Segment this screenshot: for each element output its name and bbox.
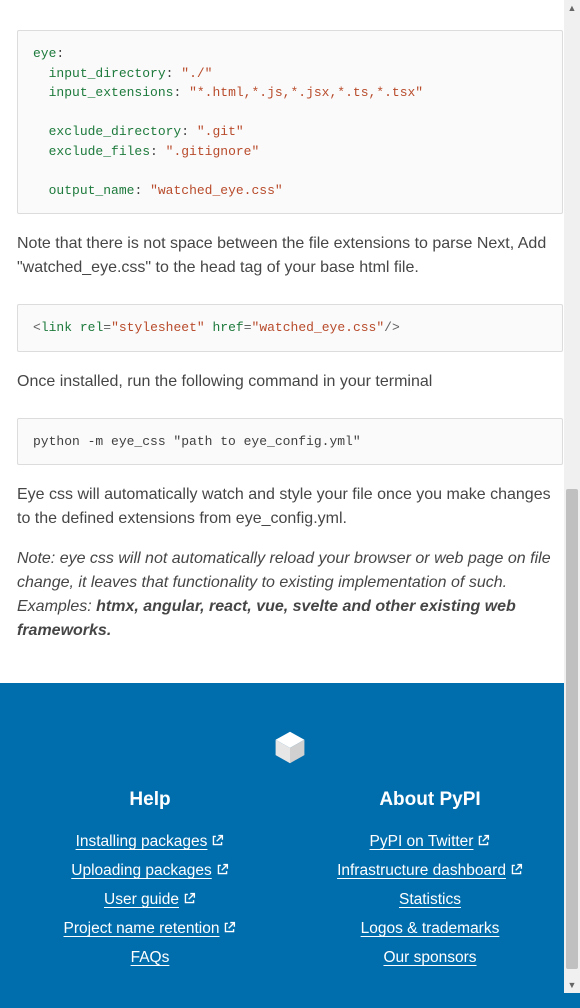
footer-col-about: About PyPI PyPI on Twitter Infrastructure…	[300, 789, 560, 978]
external-link-icon	[183, 892, 196, 905]
yaml-colon: :	[134, 183, 142, 198]
yaml-colon: :	[150, 144, 158, 159]
footer-col-help: Help Installing packages Uploading packag…	[20, 789, 280, 978]
footer-link[interactable]: Logos & trademarks	[361, 920, 500, 937]
footer-link-label: Infrastructure dashboard	[337, 862, 506, 879]
external-link-icon	[216, 863, 229, 876]
attr-value: "stylesheet"	[111, 320, 205, 335]
yaml-string: "watched_eye.css"	[150, 183, 283, 198]
footer-link-item: Our sponsors	[300, 949, 560, 967]
yaml-key: exclude_directory	[49, 124, 182, 139]
footer-link[interactable]: FAQs	[131, 949, 170, 966]
paragraph: Once installed, run the following comman…	[17, 370, 563, 394]
external-link-icon	[223, 921, 236, 934]
footer-link[interactable]: Our sponsors	[383, 949, 476, 966]
footer-link-label: User guide	[104, 891, 179, 908]
yaml-key: input_extensions	[49, 85, 174, 100]
note-paragraph: Note: eye css will not automatically rel…	[17, 547, 563, 643]
attr-name: rel	[80, 320, 103, 335]
yaml-string: "./"	[181, 66, 212, 81]
footer-link-item: PyPI on Twitter	[300, 833, 560, 851]
footer-link[interactable]: Statistics	[399, 891, 461, 908]
footer-link-item: Installing packages	[20, 833, 280, 851]
external-link-icon	[477, 834, 490, 847]
footer-link-label: Our sponsors	[383, 949, 476, 966]
footer-link[interactable]: User guide	[104, 891, 196, 908]
yaml-colon: :	[181, 124, 189, 139]
code-block-shell[interactable]: python -m eye_css "path to eye_config.ym…	[17, 418, 563, 466]
footer-link[interactable]: Infrastructure dashboard	[337, 862, 523, 879]
footer-link[interactable]: Project name retention	[64, 920, 237, 937]
attr-value: "watched_eye.css"	[252, 320, 385, 335]
external-link-icon	[211, 834, 224, 847]
yaml-colon: :	[173, 85, 181, 100]
tag-punct: <	[33, 320, 41, 335]
footer-link[interactable]: Installing packages	[76, 833, 225, 850]
yaml-key: eye	[33, 46, 56, 61]
footer-link-item: Statistics	[300, 891, 560, 909]
footer-link-item: Infrastructure dashboard	[300, 862, 560, 880]
footer-link[interactable]: PyPI on Twitter	[370, 833, 491, 850]
yaml-string: "*.html,*.js,*.jsx,*.ts,*.tsx"	[189, 85, 423, 100]
footer-logo-wrap	[20, 729, 560, 765]
footer-link[interactable]: Uploading packages	[71, 862, 228, 879]
footer-heading-about: About PyPI	[300, 789, 560, 811]
paragraph: Note that there is not space between the…	[17, 232, 563, 280]
footer-help-list: Installing packages Uploading packages Use…	[20, 833, 280, 967]
scrollbar-track[interactable]: ▲ ▼	[564, 0, 580, 993]
page: eye: input_directory: "./" input_extensi…	[0, 30, 580, 1008]
footer-link-item: FAQs	[20, 949, 280, 967]
footer-link-label: Uploading packages	[71, 862, 211, 879]
yaml-colon: :	[56, 46, 64, 61]
footer-link-item: Logos & trademarks	[300, 920, 560, 938]
footer-heading-help: Help	[20, 789, 280, 811]
paragraph: Eye css will automatically watch and sty…	[17, 483, 563, 531]
footer-link-label: Logos & trademarks	[361, 920, 500, 937]
footer-link-item: Project name retention	[20, 920, 280, 938]
shell-command: python -m eye_css "path to eye_config.ym…	[33, 434, 361, 449]
footer-link-label: FAQs	[131, 949, 170, 966]
tag-name: link	[41, 320, 72, 335]
attr-name: href	[213, 320, 244, 335]
footer-link-item: Uploading packages	[20, 862, 280, 880]
code-block-yaml[interactable]: eye: input_directory: "./" input_extensi…	[17, 30, 563, 214]
footer-link-label: PyPI on Twitter	[370, 833, 474, 850]
code-block-html[interactable]: <link rel="stylesheet" href="watched_eye…	[17, 304, 563, 352]
yaml-key: input_directory	[49, 66, 166, 81]
footer-link-label: Project name retention	[64, 920, 220, 937]
yaml-string: ".git"	[197, 124, 244, 139]
scroll-up-arrow-icon[interactable]: ▲	[564, 0, 580, 16]
footer-link-item: User guide	[20, 891, 280, 909]
yaml-key: exclude_files	[49, 144, 150, 159]
scroll-down-arrow-icon[interactable]: ▼	[564, 977, 580, 993]
tag-punct: />	[384, 320, 400, 335]
scrollbar-thumb[interactable]	[566, 489, 578, 969]
main-content: eye: input_directory: "./" input_extensi…	[0, 30, 580, 683]
external-link-icon	[510, 863, 523, 876]
footer-about-list: PyPI on Twitter Infrastructure dashboard S…	[300, 833, 560, 967]
footer-columns: Help Installing packages Uploading packag…	[20, 789, 560, 978]
yaml-key: output_name	[49, 183, 135, 198]
footer: Help Installing packages Uploading packag…	[0, 683, 580, 1008]
yaml-colon: :	[166, 66, 174, 81]
yaml-string: ".gitignore"	[166, 144, 260, 159]
footer-link-label: Statistics	[399, 891, 461, 908]
cube-icon	[272, 729, 308, 765]
footer-link-label: Installing packages	[76, 833, 208, 850]
